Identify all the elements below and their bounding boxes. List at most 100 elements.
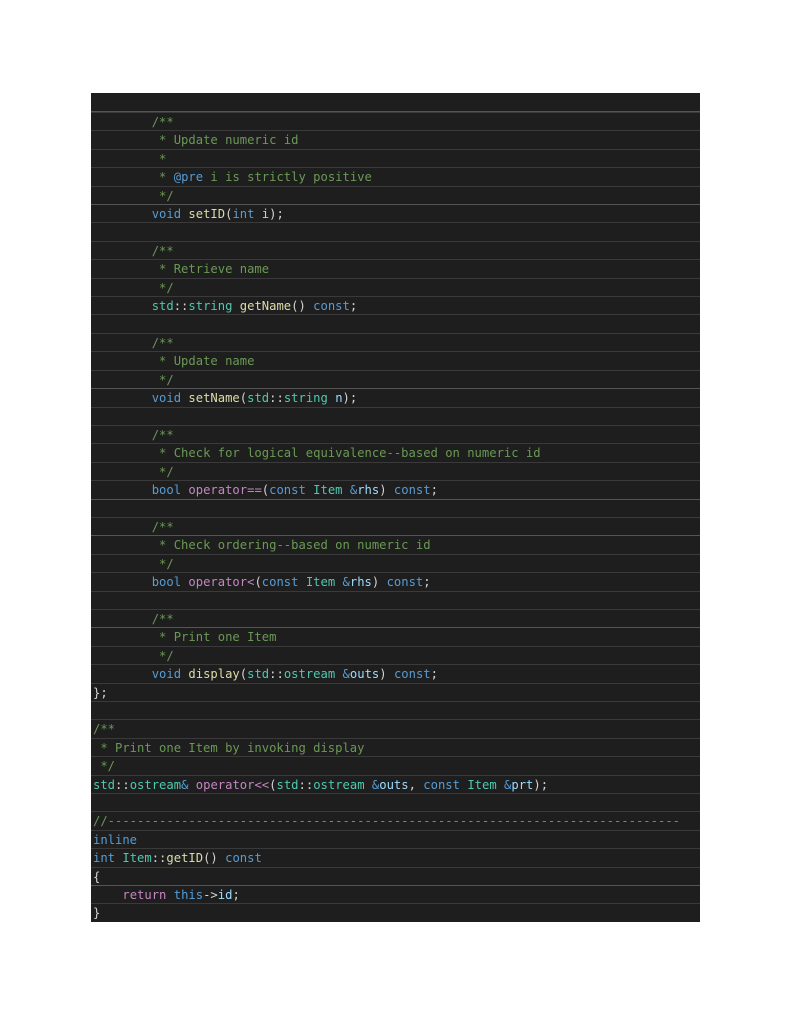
code-token: ( — [254, 575, 262, 590]
code-token: ) — [379, 483, 394, 498]
code-token: operator<< — [195, 777, 270, 792]
code-token: rhs — [357, 483, 380, 498]
code-line — [91, 498, 700, 517]
code-token: :: — [151, 851, 167, 866]
code-token: const — [313, 299, 350, 314]
code-token: operator< — [188, 575, 255, 590]
code-line: } — [91, 903, 700, 921]
code-line — [91, 222, 700, 240]
code-token: const — [393, 483, 431, 498]
code-token: , — [408, 777, 424, 792]
code-token: outs — [379, 777, 409, 792]
code-token: std — [151, 299, 174, 314]
code-line: void display(std::ostream &outs) const; — [91, 664, 700, 682]
code-line: std::ostream& operator<<(std::ostream &o… — [91, 774, 700, 793]
code-line: * Print one Item by invoking display — [91, 737, 700, 756]
code-token: -> — [203, 888, 218, 903]
code-token: getName — [239, 299, 292, 314]
code-token: :: — [115, 777, 130, 792]
code-token: * Update name — [159, 354, 255, 369]
code-token: setID — [188, 207, 226, 222]
code-token: /** — [151, 519, 174, 534]
code-token: :: — [269, 391, 284, 406]
code-token: bool — [151, 483, 182, 498]
code-line: */ — [91, 645, 700, 664]
code-token: Item — [305, 575, 336, 590]
code-line: */ — [91, 461, 700, 480]
code-editor[interactable]: /** * Update numeric id * * @pre i is st… — [91, 93, 700, 922]
code-line: /** — [91, 719, 700, 737]
code-token: } — [93, 906, 101, 921]
code-token: rhs — [349, 575, 372, 590]
code-line: * Update name — [91, 351, 700, 369]
code-line: * — [91, 148, 700, 167]
code-token: Item — [122, 851, 152, 866]
code-token: ) — [371, 575, 387, 590]
code-token: operator== — [188, 483, 262, 498]
code-token: ) — [379, 667, 394, 682]
code-line — [91, 314, 700, 332]
code-token: return — [122, 888, 167, 903]
code-token: std — [93, 777, 116, 792]
code-token: /** — [93, 722, 116, 737]
code-line: { — [91, 866, 700, 885]
code-token: const — [225, 851, 262, 866]
code-token: * Update numeric id — [159, 133, 299, 148]
code-token: /** — [151, 243, 174, 258]
code-token: void — [151, 667, 182, 682]
code-line: bool operator==(const Item &rhs) const; — [91, 480, 700, 498]
code-token: */ — [159, 556, 174, 571]
code-token: //--------------------------------------… — [93, 814, 680, 829]
code-line: void setName(std::string n); — [91, 388, 700, 406]
code-token: ; — [430, 483, 438, 498]
code-token: */ — [159, 648, 174, 663]
code-token: ; — [349, 299, 358, 314]
code-token: i is strictly positive — [203, 170, 372, 185]
code-line: * Retrieve name — [91, 259, 700, 277]
code-line — [91, 793, 700, 811]
code-token: ); — [342, 391, 358, 406]
code-token: /** — [151, 115, 174, 129]
code-token: void — [151, 207, 182, 222]
code-token: outs — [349, 667, 380, 682]
code-line: /** — [91, 516, 700, 535]
code-token: ostream — [129, 777, 182, 792]
code-line: /** — [91, 608, 700, 627]
code-token: & — [342, 575, 350, 590]
code-token: setName — [188, 391, 240, 406]
code-token: * — [159, 170, 174, 185]
code-token: * Check ordering--based on numeric id — [159, 538, 431, 553]
code-token: * Check for logical equivalence--based o… — [159, 446, 541, 461]
code-token: Item — [467, 777, 497, 792]
code-token: @pre — [173, 170, 204, 185]
code-token: */ — [159, 188, 174, 203]
code-token: string — [188, 299, 233, 314]
code-line: }; — [91, 682, 700, 701]
code-line: */ — [91, 185, 700, 204]
code-token: /** — [151, 611, 174, 626]
code-line: */ — [91, 369, 700, 388]
code-token: string — [283, 391, 328, 406]
